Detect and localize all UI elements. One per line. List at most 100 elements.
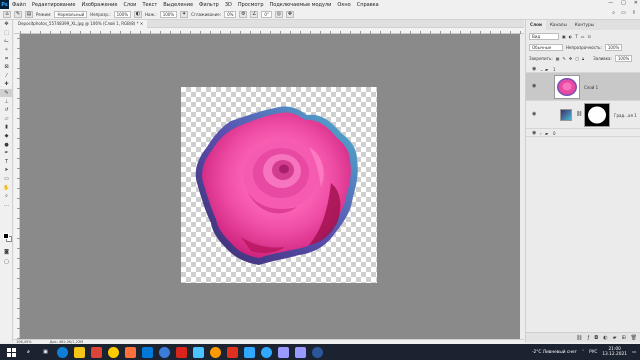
visibility-eye-icon[interactable]: ◉	[532, 83, 536, 89]
photos-icon[interactable]	[193, 346, 204, 358]
move-tool-icon[interactable]: ✥	[0, 20, 13, 29]
opacity-input[interactable]: 100%	[113, 10, 131, 18]
quick-mask-icon[interactable]: ◙	[0, 248, 13, 257]
fx-icon[interactable]: ƒ	[587, 335, 589, 341]
new-layer-icon[interactable]: ⊞	[621, 335, 625, 341]
eraser-tool-icon[interactable]: ▱	[0, 115, 13, 124]
hand-tool-icon[interactable]: ✋	[0, 183, 13, 192]
adjustment-layer-icon[interactable]: ◐	[603, 335, 607, 341]
menu-help[interactable]: Справка	[354, 2, 382, 8]
lock-all-icon[interactable]: 🔒︎	[582, 56, 584, 61]
windows-start-icon[interactable]	[6, 347, 17, 358]
tab-layers[interactable]: Слои	[526, 20, 546, 30]
zoom-tool-icon[interactable]: ⌕	[0, 192, 13, 201]
chrome-icon[interactable]	[91, 346, 102, 358]
photoshop-icon[interactable]	[244, 346, 255, 358]
angle-input[interactable]: 0°	[261, 10, 272, 18]
blur-tool-icon[interactable]: ◆	[0, 132, 13, 141]
vertical-scrollbar[interactable]	[520, 34, 524, 339]
illustrator-icon[interactable]	[210, 346, 221, 358]
menu-view[interactable]: Просмотр	[235, 2, 267, 8]
expand-arrow-icon[interactable]: ›	[540, 131, 542, 136]
share-icon[interactable]: ⇪	[632, 10, 636, 16]
search-icon[interactable]: ⌕	[612, 10, 615, 16]
lock-pixels-icon[interactable]: ✎	[562, 56, 565, 61]
menu-filter[interactable]: Фильтр	[196, 2, 222, 8]
layer-opacity-input[interactable]: 100%	[604, 44, 623, 51]
menu-3d[interactable]: 3D	[222, 2, 235, 8]
weather-widget[interactable]: -2°C Ливневый снег	[532, 350, 577, 355]
lock-position-icon[interactable]: ✥	[569, 56, 572, 61]
shape-tool-icon[interactable]: ▭	[0, 175, 13, 184]
menu-window[interactable]: Окно	[334, 2, 353, 8]
menu-file[interactable]: Файл	[9, 2, 29, 8]
firefox-icon[interactable]	[125, 346, 136, 358]
filter-type-icon[interactable]: T	[575, 34, 577, 39]
brush-preset-icon[interactable]: ✎	[14, 10, 22, 18]
airbrush-icon[interactable]: ✦	[180, 10, 189, 18]
yandex-icon[interactable]	[108, 346, 119, 358]
after-effects-icon[interactable]	[295, 346, 306, 358]
type-tool-icon[interactable]: T	[0, 158, 13, 167]
link-layers-icon[interactable]: ⛓	[576, 335, 582, 341]
word-icon[interactable]	[312, 346, 323, 358]
tab-channels[interactable]: Каналы	[546, 20, 571, 30]
minimize-button[interactable]: —	[608, 0, 613, 6]
visibility-eye-icon[interactable]: ◉	[532, 130, 536, 136]
filter-shape-icon[interactable]: ▭	[581, 34, 585, 39]
screen-mode-icon[interactable]: ▢	[0, 258, 13, 267]
pressure-size-icon[interactable]: ◎	[274, 10, 283, 18]
brush-settings-icon[interactable]: ▤	[25, 10, 33, 18]
eyedropper-tool-icon[interactable]: ⁄	[0, 72, 13, 81]
maximize-button[interactable]: □	[621, 0, 626, 6]
media-icon[interactable]	[227, 346, 238, 358]
visibility-eye-icon[interactable]: ◉	[532, 111, 536, 117]
store-icon[interactable]	[142, 346, 153, 358]
lock-artboard-icon[interactable]: ▢	[575, 56, 579, 61]
task-view-icon[interactable]: ▣	[40, 347, 51, 358]
blend-mode-select[interactable]: Обычные	[529, 44, 563, 51]
filter-adjust-icon[interactable]: ◐	[569, 34, 573, 39]
menu-edit[interactable]: Редактирование	[29, 2, 79, 8]
lasso-tool-icon[interactable]: ᓚ	[0, 37, 13, 46]
menu-plugins[interactable]: Подключаемые модули	[267, 2, 335, 8]
filter-pixel-icon[interactable]: ▣	[562, 34, 566, 39]
menu-layers[interactable]: Слои	[120, 2, 139, 8]
language-indicator[interactable]: РУС	[589, 350, 597, 355]
history-brush-tool-icon[interactable]: ↺	[0, 106, 13, 115]
edge-icon[interactable]	[57, 346, 68, 358]
menu-image[interactable]: Изображение	[78, 2, 120, 8]
trash-icon[interactable]: 🗑︎	[631, 335, 637, 341]
document-canvas[interactable]	[181, 87, 377, 283]
path-select-tool-icon[interactable]: ➤	[0, 166, 13, 175]
layer-filter-select[interactable]: Вид	[529, 33, 559, 40]
marquee-tool-icon[interactable]: ⬚	[0, 29, 13, 38]
pressure-input[interactable]: 100%	[159, 10, 178, 18]
workspace-icon[interactable]: ▭	[621, 10, 626, 16]
link-icon[interactable]: ⛓	[576, 111, 582, 117]
foreground-color-swatch[interactable]	[3, 233, 9, 239]
brush-tool-icon[interactable]: ✎	[0, 88, 13, 98]
lock-transparency-icon[interactable]: ▦	[556, 56, 560, 61]
lightroom-icon[interactable]	[261, 346, 272, 358]
frame-tool-icon[interactable]: ⊠	[0, 63, 13, 72]
premiere-icon[interactable]	[278, 346, 289, 358]
collapse-arrow-icon[interactable]: ⌄	[540, 67, 543, 72]
menu-select[interactable]: Выделение	[160, 2, 196, 8]
search-icon[interactable]: ⌕	[23, 347, 34, 358]
explorer-icon[interactable]	[74, 346, 85, 358]
document-tab[interactable]: Depositphotos_55748399_XL.jpg @ 106% (Сл…	[14, 20, 148, 28]
close-button[interactable]: ✕	[634, 0, 638, 6]
smoothing-input[interactable]: 0%	[224, 10, 237, 18]
quick-select-tool-icon[interactable]: ✧	[0, 46, 13, 55]
gradient-tool-icon[interactable]: ▮	[0, 123, 13, 132]
more-tools-icon[interactable]: …	[0, 200, 13, 209]
dodge-tool-icon[interactable]: ●	[0, 140, 13, 149]
filter-smart-icon[interactable]: ⊡	[588, 34, 591, 39]
smoothing-options-icon[interactable]: ⚙	[239, 10, 248, 18]
add-mask-icon[interactable]: ◘	[594, 335, 598, 341]
healing-tool-icon[interactable]: ✚	[0, 80, 13, 89]
pen-tool-icon[interactable]: ✒	[0, 149, 13, 158]
layer-row-adjustment[interactable]: ◉ ⛓ Град...ая 1	[526, 101, 640, 129]
acrobat-icon[interactable]	[176, 346, 187, 358]
